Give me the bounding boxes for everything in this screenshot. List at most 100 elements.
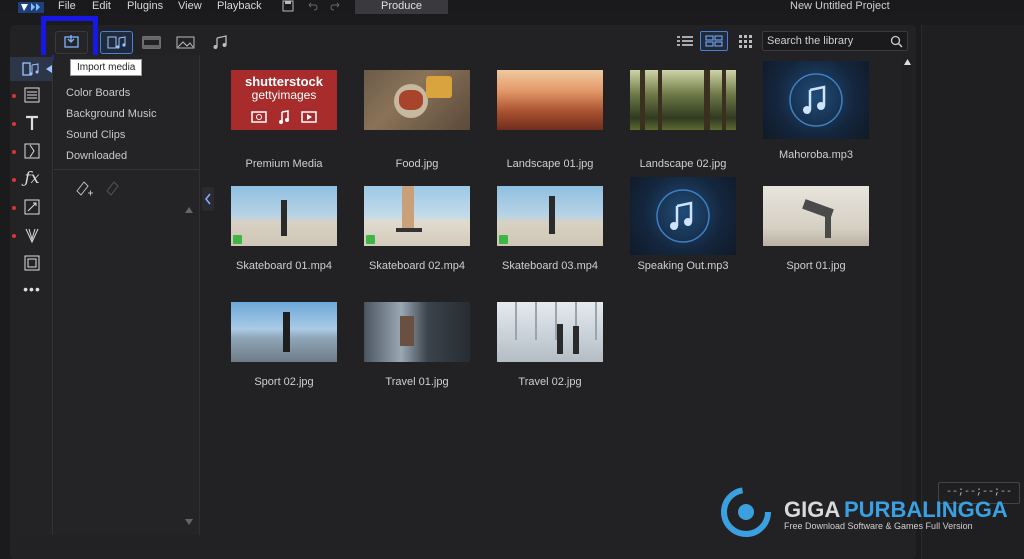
media-content-button[interactable]	[100, 31, 133, 54]
scroll-up-icon[interactable]	[185, 207, 193, 213]
skateboard-thumbnail	[497, 186, 603, 246]
storyboard-icon[interactable]	[22, 85, 42, 105]
import-media-tooltip: Import media	[70, 59, 143, 76]
menu-edit[interactable]: Edit	[92, 0, 111, 13]
watermark-title-a: GIGA	[784, 497, 841, 522]
divider	[54, 169, 199, 170]
music-note-icon	[656, 189, 710, 243]
caret-left-icon	[46, 65, 52, 73]
media-name: Travel 02.jpg	[518, 376, 582, 388]
video-badge-icon	[499, 235, 508, 244]
film-icon	[142, 36, 161, 49]
list-view-button[interactable]	[673, 31, 697, 51]
more-icon[interactable]: •••	[22, 281, 42, 301]
watermark-logo-icon	[721, 487, 771, 537]
indicator-dot	[12, 94, 16, 98]
watermark-subtitle: Free Download Software & Games Full Vers…	[784, 521, 973, 531]
indicator-dot	[12, 150, 16, 154]
media-name: Skateboard 01.mp4	[235, 260, 332, 272]
travel-thumbnail	[364, 302, 470, 362]
media-name: Landscape 02.jpg	[639, 158, 727, 170]
fx-icon[interactable]: ƒx	[22, 168, 42, 188]
watermark-title-b: PURBALINGGA	[844, 497, 1008, 522]
project-title: New Untitled Project	[790, 0, 890, 12]
library-scrollbar[interactable]	[903, 57, 912, 533]
list-view-icon	[677, 36, 693, 46]
image-filter-button[interactable]	[170, 33, 201, 52]
skateboard-thumbnail	[231, 186, 337, 246]
category-sound-clips[interactable]: Sound Clips	[66, 129, 125, 141]
title-icon[interactable]	[22, 113, 42, 133]
video-badge-icon	[366, 235, 375, 244]
media-name: Mahoroba.mp3	[779, 149, 853, 161]
media-name: Skateboard 02.mp4	[368, 260, 465, 272]
menu-file[interactable]: File	[58, 0, 76, 13]
collapse-panel-button[interactable]	[202, 187, 214, 211]
chevron-left-icon	[205, 193, 211, 205]
subtitle-icon[interactable]	[22, 253, 42, 273]
search-icon[interactable]	[890, 35, 903, 48]
indicator-dot	[12, 206, 16, 210]
media-name: Sport 01.jpg	[786, 260, 846, 272]
premium-media-icons	[251, 110, 317, 124]
premium-thumbnail: shutterstock gettyimages	[231, 70, 337, 130]
scroll-up-icon[interactable]	[904, 59, 911, 65]
particle-icon[interactable]	[22, 225, 42, 245]
travel-thumbnail	[497, 302, 603, 362]
gettyimages-logo: gettyimages	[251, 88, 317, 102]
food-thumbnail	[364, 70, 470, 130]
grid-view-button[interactable]	[700, 31, 728, 51]
media-name: Food.jpg	[395, 158, 439, 170]
media-room-icon	[22, 62, 39, 76]
sport-thumbnail	[231, 302, 337, 362]
menu-playback[interactable]: Playback	[217, 0, 262, 13]
scroll-down-icon[interactable]	[185, 519, 193, 525]
search-input[interactable]: Search the library	[762, 31, 908, 51]
menu-plugins[interactable]: Plugins	[127, 0, 163, 13]
menu-view[interactable]: View	[178, 0, 202, 13]
media-name: Landscape 01.jpg	[506, 158, 594, 170]
app-logo-icon	[18, 2, 44, 13]
audio-thumbnail	[763, 61, 869, 139]
category-panel: Color Boards Background Music Sound Clip…	[54, 55, 200, 535]
remove-tag-icon[interactable]	[104, 179, 124, 199]
pip-objects-icon[interactable]	[22, 197, 42, 217]
sport-thumbnail	[763, 186, 869, 246]
music-note-icon	[213, 35, 227, 49]
video-filter-button[interactable]	[136, 33, 167, 52]
grid-view-icon	[705, 35, 723, 47]
media-name: Premium Media	[245, 158, 323, 170]
import-highlight-box	[41, 16, 98, 60]
menu-bar: File Edit Plugins View Playback Produce …	[0, 0, 1024, 14]
indicator-dot	[12, 122, 16, 126]
media-name: Speaking Out.mp3	[637, 260, 729, 272]
redo-icon[interactable]	[330, 0, 342, 12]
indicator-dot	[12, 178, 16, 182]
sidebar-item-media-room[interactable]	[10, 57, 52, 81]
category-color-boards[interactable]: Color Boards	[66, 87, 130, 99]
produce-button[interactable]: Produce	[355, 0, 448, 14]
skateboard-thumbnail	[364, 186, 470, 246]
image-icon	[176, 36, 195, 49]
add-tag-icon[interactable]	[74, 179, 94, 199]
media-content-icon	[107, 36, 126, 49]
canyon-thumbnail	[497, 70, 603, 130]
transition-icon[interactable]	[22, 141, 42, 161]
category-background-music[interactable]: Background Music	[66, 108, 157, 120]
category-downloaded[interactable]: Downloaded	[66, 150, 127, 162]
room-sidebar: ƒx •••	[10, 55, 53, 535]
preview-panel: --;--;--;--	[921, 25, 1024, 559]
audio-filter-button[interactable]	[205, 33, 236, 52]
media-name: Skateboard 03.mp4	[501, 260, 598, 272]
audio-thumbnail	[630, 177, 736, 255]
indicator-dot	[12, 234, 16, 238]
save-icon[interactable]	[282, 0, 294, 12]
undo-icon[interactable]	[306, 0, 318, 12]
video-badge-icon	[233, 235, 242, 244]
search-placeholder: Search the library	[767, 35, 854, 47]
media-name: Travel 01.jpg	[385, 376, 449, 388]
media-name: Sport 02.jpg	[254, 376, 314, 388]
shutterstock-logo: shutterstock	[244, 74, 324, 89]
media-library-grid: shutterstock gettyimages Premium Media F…	[216, 55, 902, 535]
thumbnail-size-button[interactable]	[734, 31, 756, 51]
